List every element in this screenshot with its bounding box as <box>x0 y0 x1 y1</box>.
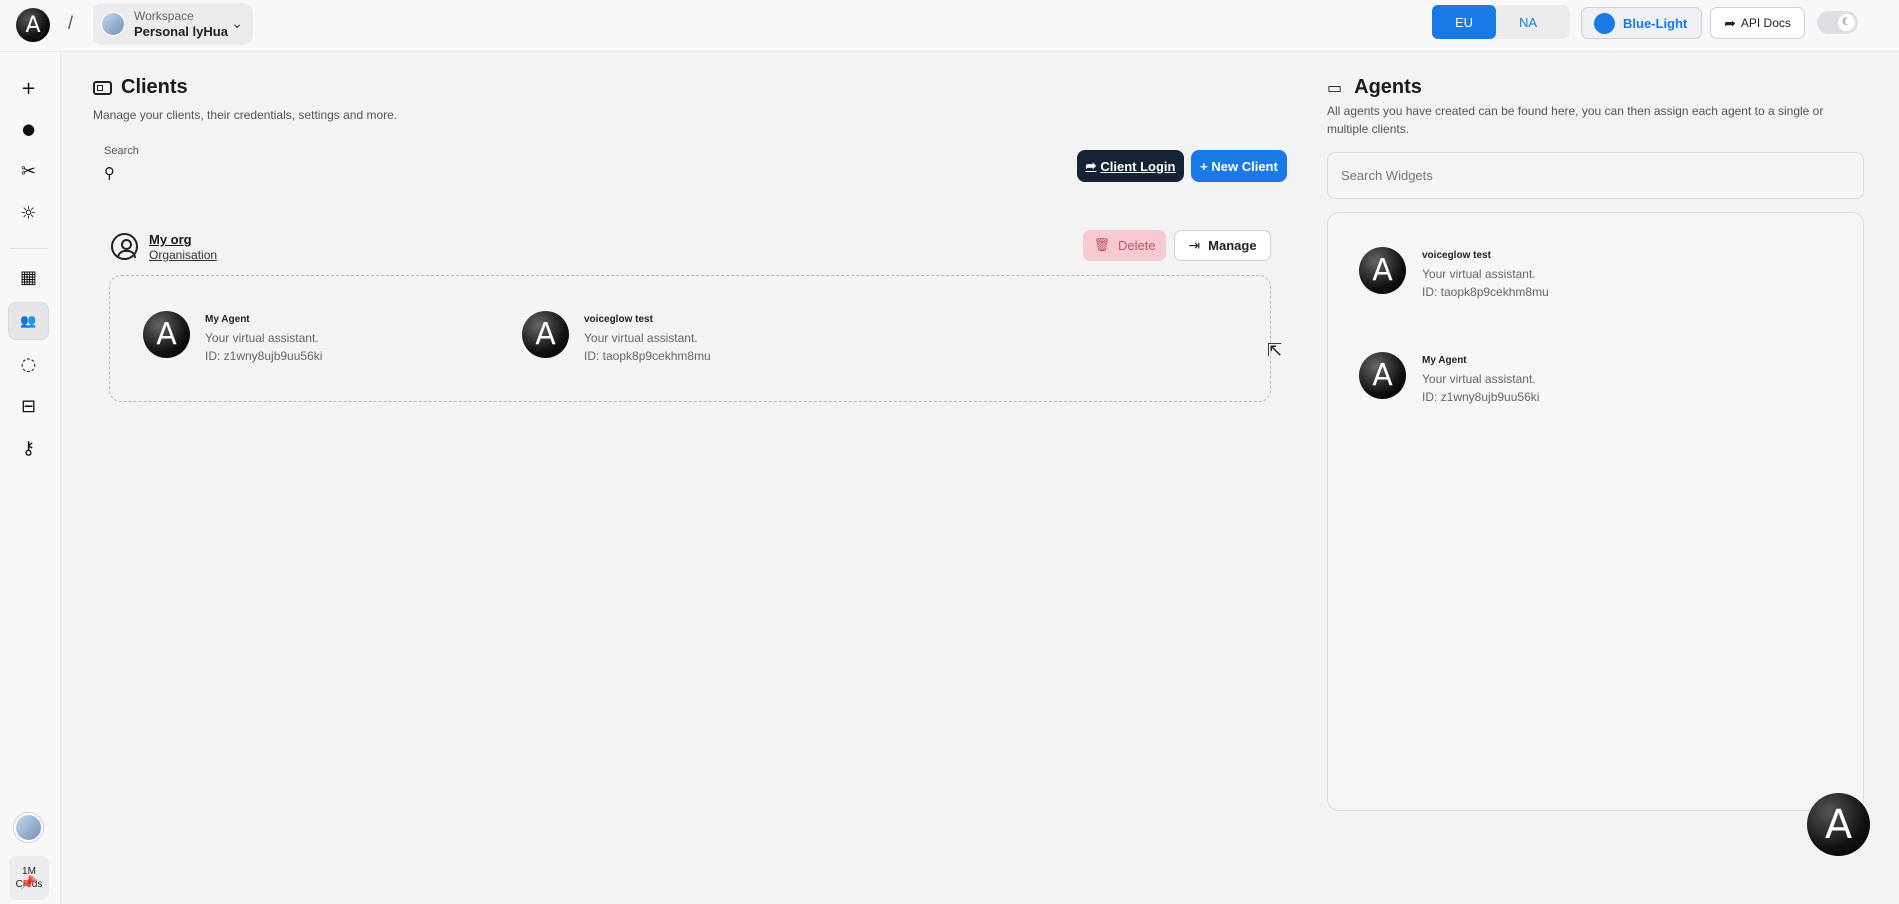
bug-icon[interactable]: ☼ <box>8 194 49 232</box>
plus-icon[interactable]: + <box>8 69 49 107</box>
theme-button[interactable]: Blue-Light <box>1581 7 1702 39</box>
client-search-input[interactable] <box>126 160 186 184</box>
workspace-avatar <box>101 12 125 36</box>
workspace-switcher[interactable]: Workspace Personal lyHua ⌄ <box>93 3 253 45</box>
chevron-down-icon: ⌄ <box>231 15 243 31</box>
users-icon[interactable]: 👥 <box>8 302 49 340</box>
manage-label: Manage <box>1208 238 1257 253</box>
list-item[interactable]: A My Agent Your virtual assistant. ID: z… <box>143 311 322 365</box>
delete-label: Delete <box>1117 238 1156 253</box>
list-item[interactable]: A My Agent Your virtual assistant. ID: z… <box>1359 352 1539 406</box>
agent-id: ID: taopk8p9cekhm8mu <box>1422 285 1549 299</box>
client-agents-box: A My Agent Your virtual assistant. ID: z… <box>109 275 1271 402</box>
search-label: Search <box>104 145 139 157</box>
search-widgets-input[interactable] <box>1327 152 1864 199</box>
sidebar-divider <box>10 248 48 249</box>
agent-description: Your virtual assistant. <box>1422 372 1536 386</box>
brand-logo[interactable]: A <box>16 8 50 42</box>
delete-button[interactable]: 🗑 Delete <box>1083 230 1166 261</box>
region-selector: EU NA <box>1432 5 1570 39</box>
client-login-label: Client Login <box>1100 158 1176 174</box>
api-docs-label: API Docs <box>1740 16 1791 30</box>
agent-avatar: A <box>1359 247 1406 294</box>
org-name[interactable]: My org <box>149 232 192 247</box>
agent-description: Your virtual assistant. <box>205 331 319 345</box>
agent-id: ID: taopk8p9cekhm8mu <box>584 349 711 363</box>
key-icon[interactable]: ⚷ <box>8 429 49 467</box>
moon-icon: ☾ <box>1838 14 1855 31</box>
workspace-label: Workspace <box>134 9 194 23</box>
agents-subtitle: All agents you have created can be found… <box>1327 104 1824 136</box>
agent-avatar: A <box>143 311 190 358</box>
clients-subtitle: Manage your clients, their credentials, … <box>93 108 398 122</box>
chat-icon: ▭ <box>1327 78 1343 97</box>
clients-heading: Clients <box>93 76 188 99</box>
user-circle-icon <box>111 233 138 260</box>
agents-title: Agents <box>1354 76 1422 98</box>
user-avatar[interactable] <box>14 813 43 842</box>
agent-id: ID: z1wny8ujb9uu56ki <box>1422 390 1540 404</box>
tools-icon[interactable]: ✂ <box>8 152 49 190</box>
agent-description: Your virtual assistant. <box>584 331 698 345</box>
breadcrumb-separator: / <box>68 13 74 33</box>
agent-name: voiceglow test <box>1422 250 1491 261</box>
agent-avatar: A <box>522 311 569 358</box>
pin-icon[interactable]: 📌 <box>8 864 49 902</box>
agent-id: ID: z1wny8ujb9uu56ki <box>205 349 323 363</box>
database-icon[interactable]: ⊟ <box>8 387 49 425</box>
agent-icon[interactable]: ● <box>8 110 49 148</box>
region-eu-button[interactable]: EU <box>1432 5 1496 39</box>
agents-heading: ▭ Agents <box>1327 76 1422 99</box>
dark-mode-toggle[interactable]: ☾ <box>1817 11 1858 34</box>
agent-name: My Agent <box>1422 355 1467 366</box>
trash-icon: 🗑 <box>1093 238 1110 253</box>
client-login-button[interactable]: ➦ Client Login <box>1077 150 1184 182</box>
search-icon: ⚲ <box>104 164 115 182</box>
agents-list: A voiceglow test Your virtual assistant.… <box>1327 212 1864 811</box>
agent-description: Your virtual assistant. <box>1422 267 1536 281</box>
building-icon[interactable]: ▦ <box>8 258 49 296</box>
workspace-name: Personal lyHua <box>134 24 228 39</box>
new-client-button[interactable]: + New Client <box>1191 150 1287 182</box>
org-type[interactable]: Organisation <box>149 248 217 262</box>
list-item[interactable]: A voiceglow test Your virtual assistant.… <box>1359 247 1549 301</box>
share-arrow-icon: ➦ <box>1085 158 1097 173</box>
list-item[interactable]: A voiceglow test Your virtual assistant.… <box>522 311 711 365</box>
agent-name: My Agent <box>205 314 250 325</box>
api-docs-button[interactable]: ➦ API Docs <box>1710 7 1805 39</box>
mouse-cursor-icon: ⇱ <box>1267 340 1283 361</box>
share-arrow-icon: ➦ <box>1724 14 1736 31</box>
agent-avatar: A <box>1359 352 1406 399</box>
chat-launcher-button[interactable]: A <box>1807 793 1870 856</box>
sign-in-icon: ⇥ <box>1188 237 1201 254</box>
theme-label: Blue-Light <box>1623 15 1688 31</box>
clients-title: Clients <box>121 76 188 98</box>
top-bar: A / Workspace Personal lyHua ⌄ EU NA Blu… <box>0 0 1899 52</box>
id-card-icon <box>93 80 112 95</box>
region-na-button[interactable]: NA <box>1496 5 1560 39</box>
agent-name: voiceglow test <box>584 314 653 325</box>
loader-icon[interactable]: ◌ <box>8 345 49 383</box>
theme-color-dot <box>1594 12 1615 34</box>
sidebar: + ● ✂ ☼ ▦ 👥 ◌ ⊟ ⚷ 1M Creds 📌 <box>0 52 61 904</box>
manage-button[interactable]: ⇥ Manage <box>1174 230 1271 261</box>
